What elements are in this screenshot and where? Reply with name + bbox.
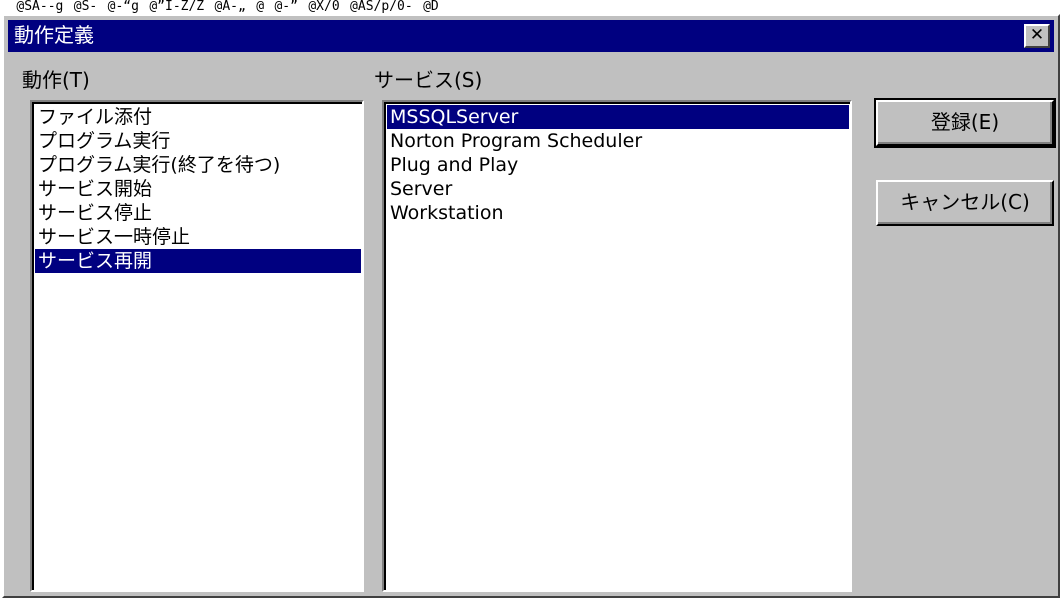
actions-list-item[interactable]: プログラム実行(終了を待つ) [35,153,361,177]
actions-list-item[interactable]: サービス停止 [35,201,361,225]
close-button[interactable]: ✕ [1024,24,1050,48]
actions-label: 動作(T) [22,68,90,92]
services-list: MSSQLServer Norton Program Scheduler Plug … [384,102,850,590]
close-icon: ✕ [1029,25,1045,45]
title-bar[interactable]: 動作定義 ✕ [8,20,1054,52]
services-list-item[interactable]: Norton Program Scheduler [387,129,849,153]
services-label: サービス(S) [374,68,483,92]
services-list-item[interactable]: Server [387,177,849,201]
services-list-item[interactable]: Plug and Play [387,153,849,177]
actions-list-item[interactable]: プログラム実行 [35,129,361,153]
top-garbled-text-strip: @SA‐‐g@S‐@‐“g@”I‐Z/Z@A‐„@@‐”@X/0… [0,0,1062,14]
actions-list-item[interactable]: サービス開始 [35,177,361,201]
actions-list: ファイル添付 プログラム実行 プログラム実行(終了を待つ) サービス開始 サービス停止サ… [32,102,362,590]
services-list-item[interactable]: Workstation [387,201,849,225]
register-button[interactable]: 登録(E) [874,98,1056,148]
actions-list-item[interactable]: ファイル添付 [35,105,361,129]
action-definition-dialog: 動作定義 ✕ 動作(T) ファイル添付 プログラム実行 プログラム実行(終了を待つ)… [2,14,1060,598]
services-list-item[interactable]: MSSQLServer [387,105,849,129]
actions-list-item[interactable]: サービス再開 [35,249,361,273]
window-title: 動作定義 [14,23,94,47]
actions-listbox[interactable]: ファイル添付 プログラム実行 プログラム実行(終了を待つ) サービス開始 サービス停止サ… [30,100,364,592]
services-listbox[interactable]: MSSQLServer Norton Program Scheduler Plug … [382,100,852,592]
actions-list-item[interactable]: サービス一時停止 [35,225,361,249]
cancel-button[interactable]: キャンセル(C) [876,180,1054,226]
